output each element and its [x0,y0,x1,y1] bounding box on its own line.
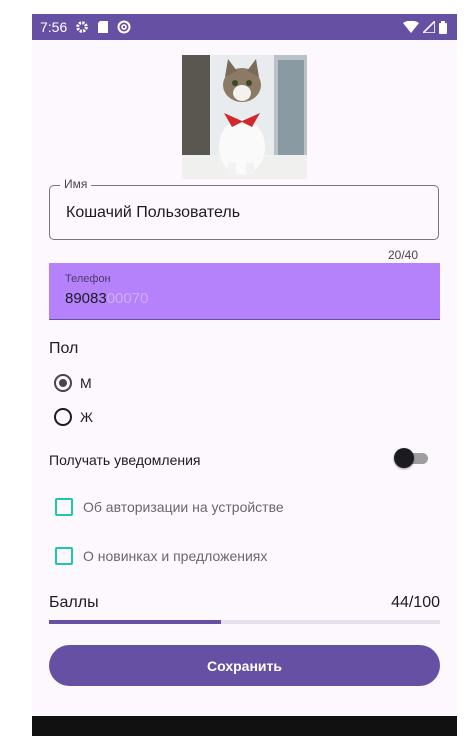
app-screen: 7:56 Имя Кошачий Пользователь 20/40 Теле… [32,14,457,736]
gear-icon [76,21,89,33]
sim-card-icon [98,21,109,33]
name-field[interactable]: Имя Кошачий Пользователь [49,177,439,240]
gender-option-label: Ж [80,409,93,425]
points-progress-bar [49,620,440,624]
navigation-bar [32,716,457,736]
avatar-cat-photo[interactable] [182,55,307,179]
checkbox-offers[interactable] [55,547,73,565]
save-button[interactable]: Сохранить [49,645,440,686]
gender-option-male[interactable]: М [54,374,92,392]
phone-field[interactable]: Телефон 8908300070 [49,263,440,320]
battery-icon [439,20,447,34]
gender-option-label: М [80,375,92,391]
points-progress-fill [49,620,222,624]
gender-title: Пол [49,340,79,357]
phone-placeholder-tail: 00070 [106,290,149,307]
wifi-icon [403,21,419,33]
radio-male[interactable] [54,374,72,392]
name-character-counter: 20/40 [388,248,419,262]
name-field-label: Имя [60,177,92,191]
notifications-toggle[interactable] [394,448,428,468]
phone-field-label: Телефон [65,273,111,285]
checkbox-auth[interactable] [55,498,73,516]
phone-value-text: 89083 [65,290,107,307]
notify-option-offers[interactable]: О новинках и предложениях [55,547,267,565]
toggle-thumb [394,448,414,468]
status-time: 7:56 [40,19,68,35]
points-label: Баллы [49,594,99,611]
name-field-value[interactable]: Кошачий Пользователь [66,204,240,222]
radio-female[interactable] [54,408,72,426]
gender-option-female[interactable]: Ж [54,408,93,426]
notify-option-auth[interactable]: Об авторизации на устройстве [55,498,284,516]
checkbox-label: О новинках и предложениях [83,548,268,564]
notifications-label: Получать уведомления [49,452,201,468]
points-value: 44/100 [391,594,440,611]
checkbox-label: Об авторизации на устройстве [83,499,284,515]
signal-icon [423,21,435,33]
at-sign-icon [117,20,131,34]
phone-field-value[interactable]: 8908300070 [65,290,148,307]
status-bar: 7:56 [32,14,457,40]
